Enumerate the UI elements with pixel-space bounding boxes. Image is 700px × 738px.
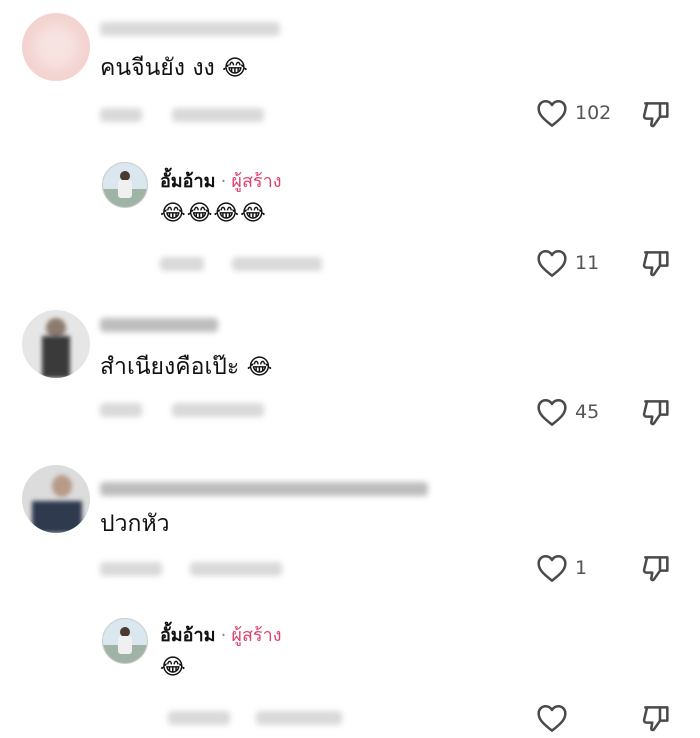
reply-button-blurred[interactable] [172, 403, 264, 417]
dislike-button[interactable] [640, 552, 672, 584]
comment-text-body: สำเนียงคือเป๊ะ [100, 354, 240, 380]
creator-name[interactable]: อั้มอ้าม [160, 625, 215, 646]
thumb-down-icon [642, 556, 669, 582]
creator-badge: ผู้สร้าง [231, 171, 282, 192]
avatar[interactable] [22, 310, 90, 378]
username-blurred[interactable] [100, 318, 218, 332]
reply-text: 😂😂😂😂 [160, 201, 267, 226]
dislike-button[interactable] [640, 247, 672, 279]
laughing-emoji: 😂 [246, 355, 273, 380]
timestamp-blurred [100, 562, 162, 576]
thumb-down-icon [642, 400, 669, 426]
reply-button-blurred[interactable] [172, 108, 264, 122]
heart-outline-icon [537, 555, 567, 582]
heart-outline-icon [537, 399, 567, 426]
reply-button-blurred[interactable] [256, 711, 342, 725]
like-count: 1 [575, 557, 588, 579]
avatar[interactable] [22, 465, 90, 533]
heart-outline-icon [537, 250, 567, 277]
creator-name[interactable]: อั้มอ้าม [160, 171, 215, 192]
timestamp-blurred [160, 257, 204, 271]
dislike-button[interactable] [640, 98, 672, 130]
comment-text: ปวกหัว [100, 511, 170, 537]
username-blurred[interactable] [100, 482, 428, 496]
thumb-down-icon [642, 102, 669, 128]
creator-badge: ผู้สร้าง [231, 625, 282, 646]
comment-text: คนจีนยัง งง 😂 [100, 53, 248, 83]
creator-avatar[interactable] [102, 618, 148, 664]
laughing-emoji: 😂 [222, 56, 248, 81]
like-button[interactable] [536, 703, 568, 733]
like-button[interactable] [536, 553, 568, 583]
like-button[interactable] [536, 98, 568, 128]
comment-text: สำเนียงคือเป๊ะ 😂 [100, 352, 272, 382]
timestamp-blurred [168, 711, 230, 725]
reply-button-blurred[interactable] [190, 562, 282, 576]
timestamp-blurred [100, 403, 142, 417]
like-count: 102 [575, 102, 612, 124]
like-count: 11 [575, 252, 600, 274]
heart-outline-icon [537, 100, 567, 127]
reply-header: อั้มอ้าม · ผู้สร้าง [160, 170, 282, 194]
like-button[interactable] [536, 397, 568, 427]
dislike-button[interactable] [640, 702, 672, 734]
reply-text: 😂 [160, 655, 186, 680]
like-count: 45 [575, 401, 600, 423]
reply-header: อั้มอ้าม · ผู้สร้าง [160, 624, 282, 648]
timestamp-blurred [100, 108, 142, 122]
separator-dot: · [220, 171, 227, 192]
thumb-down-icon [642, 706, 669, 732]
dislike-button[interactable] [640, 396, 672, 428]
comment-text-body: คนจีนยัง งง [100, 55, 215, 81]
heart-outline-icon [537, 705, 567, 732]
username-blurred[interactable] [100, 22, 280, 36]
thumb-down-icon [642, 251, 669, 277]
separator-dot: · [220, 625, 227, 646]
reply-button-blurred[interactable] [232, 257, 322, 271]
like-button[interactable] [536, 248, 568, 278]
avatar[interactable] [22, 13, 90, 81]
creator-avatar[interactable] [102, 162, 148, 208]
